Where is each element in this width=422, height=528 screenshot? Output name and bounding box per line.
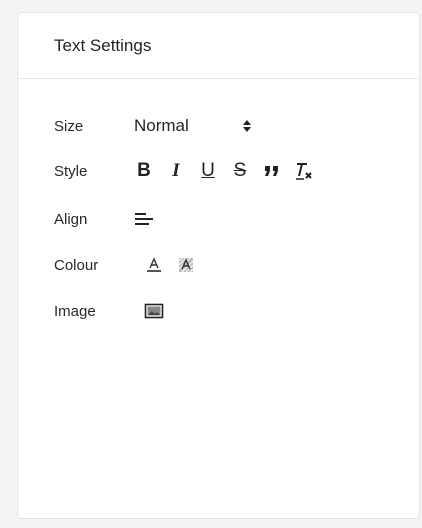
- background-color-icon: [178, 257, 194, 273]
- size-select-value: Normal: [134, 116, 189, 135]
- image-icon: [144, 303, 164, 319]
- style-label: Style: [54, 162, 88, 180]
- align-label: Align: [54, 210, 88, 228]
- colour-label: Colour: [54, 256, 99, 274]
- blockquote-button[interactable]: [262, 159, 282, 183]
- image-button[interactable]: [144, 299, 164, 323]
- clear-format-icon: [296, 163, 312, 180]
- style-row: Style B I U S: [54, 159, 326, 183]
- image-row: Image: [54, 299, 176, 323]
- align-left-icon: [135, 213, 153, 225]
- colour-row: Colour: [54, 253, 208, 277]
- text-color-icon: [147, 257, 161, 272]
- panel-header: Text Settings: [18, 13, 419, 79]
- clear-format-button[interactable]: [294, 159, 314, 183]
- text-color-button[interactable]: [144, 253, 164, 277]
- align-row: Align: [54, 207, 166, 231]
- size-label: Size: [54, 117, 84, 135]
- blockquote-icon: [265, 166, 278, 176]
- bold-button[interactable]: B: [134, 159, 154, 183]
- strikethrough-button[interactable]: S: [230, 159, 250, 183]
- panel-title: Text Settings: [54, 35, 152, 55]
- background-color-button[interactable]: [176, 253, 196, 277]
- italic-button[interactable]: I: [166, 159, 186, 183]
- align-button[interactable]: [134, 207, 154, 231]
- image-label: Image: [54, 302, 96, 320]
- sort-arrows-icon: [242, 119, 252, 133]
- underline-button[interactable]: U: [198, 159, 218, 183]
- size-row: Size Normal: [54, 114, 252, 138]
- text-settings-panel: Text Settings Size Normal Style B I U S: [17, 12, 420, 519]
- size-select[interactable]: Normal: [134, 116, 252, 136]
